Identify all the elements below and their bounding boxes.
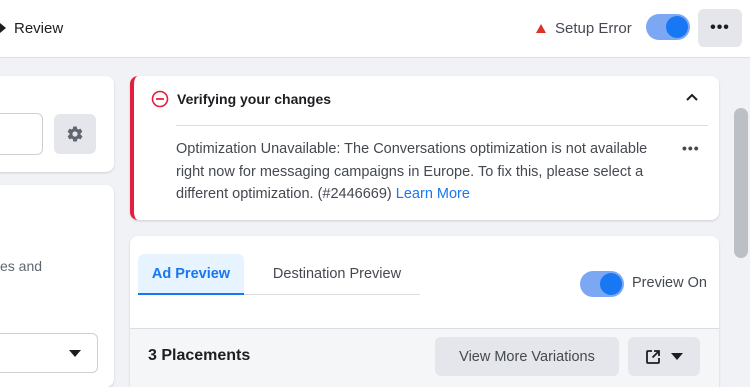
left-dropdown[interactable] (0, 333, 98, 373)
error-circle-icon (151, 90, 169, 108)
settings-button[interactable] (54, 114, 96, 154)
active-tab-indicator (138, 293, 244, 295)
more-options-button[interactable]: ••• (698, 9, 742, 47)
tab-destination-preview[interactable]: Destination Preview (256, 254, 418, 294)
error-card-title: Verifying your changes (177, 91, 332, 107)
gear-icon (67, 126, 83, 142)
error-message: Optimization Unavailable: The Conversati… (176, 138, 656, 206)
caret-down-icon (69, 350, 81, 357)
more-dots-icon: ••• (710, 19, 730, 36)
placements-count: 3 Placements (148, 347, 251, 364)
left-partial-text: es and (0, 258, 43, 274)
chevron-up-icon[interactable] (685, 92, 699, 102)
toggle-knob (600, 273, 622, 295)
verifying-changes-card: Verifying your changes Optimization Unav… (130, 76, 719, 220)
review-step[interactable]: Review (0, 18, 63, 38)
setup-error-label: Setup Error (555, 19, 632, 37)
divider (176, 125, 708, 126)
tab-ad-preview[interactable]: Ad Preview (138, 254, 244, 294)
learn-more-link[interactable]: Learn More (396, 186, 470, 202)
toggle-knob (666, 16, 688, 38)
setup-error-status[interactable]: Setup Error (536, 18, 632, 38)
preview-on-label: Preview On (632, 275, 707, 291)
error-more-icon[interactable]: ••• (682, 140, 700, 156)
left-text-field[interactable] (0, 113, 43, 155)
caret-down-icon (671, 353, 683, 360)
scrollbar-thumb[interactable] (734, 108, 748, 258)
warning-triangle-icon (536, 23, 546, 33)
open-external-button[interactable] (628, 337, 700, 376)
review-label: Review (14, 19, 64, 37)
campaign-on-toggle[interactable] (646, 14, 690, 40)
external-link-icon (646, 349, 660, 364)
preview-toggle[interactable] (580, 271, 624, 297)
view-more-variations-button[interactable]: View More Variations (435, 337, 619, 376)
top-bar: Review Setup Error ••• (0, 0, 750, 58)
play-arrow-icon (0, 23, 6, 33)
